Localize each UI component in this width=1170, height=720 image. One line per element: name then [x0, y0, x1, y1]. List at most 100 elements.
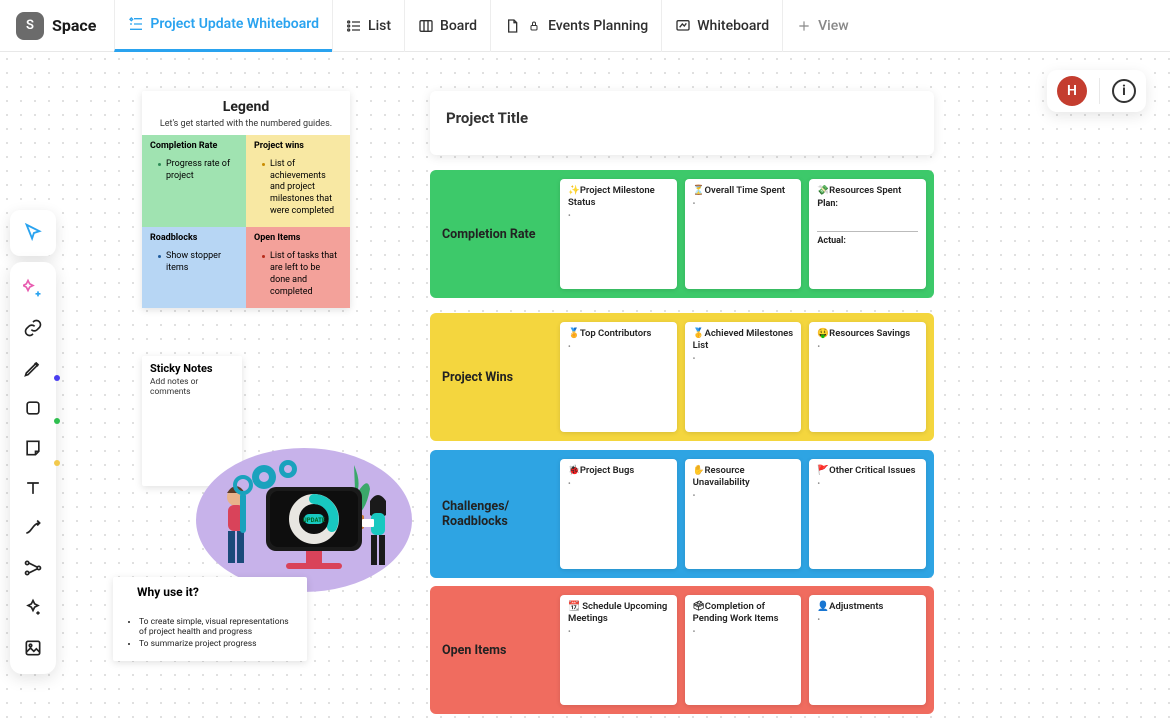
tab-list[interactable]: List	[332, 0, 404, 52]
lane-challenges[interactable]: Challenges/ Roadblocks 🐞Project Bugs • ✋…	[430, 450, 934, 578]
tool-sticky-icon[interactable]	[15, 430, 51, 466]
why-item: To summarize project progress	[139, 639, 297, 649]
list-icon	[346, 18, 362, 34]
tab-label: Board	[440, 18, 477, 34]
legend-cell-title: Roadblocks	[150, 233, 238, 243]
sparkle-list-icon	[128, 16, 144, 32]
tab-project-update-whiteboard[interactable]: Project Update Whiteboard	[114, 0, 332, 52]
tab-whiteboard[interactable]: Whiteboard	[661, 0, 782, 52]
legend-title: Legend	[152, 99, 340, 115]
lane-project-wins[interactable]: Project Wins 🏅Top Contributors • 🥇Achiev…	[430, 313, 934, 441]
note-bullet: •	[693, 354, 794, 363]
note-bullet: •	[568, 479, 669, 488]
add-view-label: View	[818, 18, 849, 34]
note-title: 👤Adjustments	[817, 601, 918, 613]
note-resource-unavailability[interactable]: ✋Resource Unavailability •	[685, 459, 802, 569]
note-project-bugs[interactable]: 🐞Project Bugs •	[560, 459, 677, 569]
project-title-text: Project Title	[446, 109, 528, 127]
left-toolbar	[10, 262, 56, 674]
why-use-it-card[interactable]: Why use it? To create simple, visual rep…	[113, 577, 307, 661]
add-view-button[interactable]: View	[782, 0, 862, 52]
space-badge: S	[16, 12, 44, 40]
why-title: Why use it?	[123, 585, 297, 599]
note-actual-label: Actual:	[817, 236, 918, 246]
note-time-spent[interactable]: ⏳Overall Time Spent •	[685, 179, 802, 289]
note-plan-label: Plan:	[817, 199, 918, 209]
legend-cell-title: Open Items	[254, 233, 342, 243]
note-adjustments[interactable]: 👤Adjustments •	[809, 595, 926, 705]
note-title: ✨Project Milestone Status	[568, 185, 669, 209]
space-pill[interactable]: S Space	[16, 12, 96, 40]
note-bullet: •	[693, 199, 794, 208]
color-indicator-sticky	[54, 460, 60, 466]
lane-open-items[interactable]: Open Items 📆 Schedule Upcoming Meetings …	[430, 586, 934, 714]
tool-pen-icon[interactable]	[15, 350, 51, 386]
info-icon[interactable]: i	[1112, 79, 1136, 103]
avatar[interactable]: H	[1057, 76, 1087, 106]
lane-label: Open Items	[430, 586, 552, 714]
tool-text-icon[interactable]	[15, 470, 51, 506]
legend-cell-title: Completion Rate	[150, 141, 238, 151]
note-top-contributors[interactable]: 🏅Top Contributors •	[560, 322, 677, 432]
note-achieved-milestones[interactable]: 🥇Achieved Milestones List •	[685, 322, 802, 432]
legend-item: List of achievements and project milesto…	[262, 159, 342, 217]
tab-events-planning[interactable]: Events Planning	[490, 0, 661, 52]
legend-card[interactable]: Legend Let's get started with the number…	[142, 91, 350, 308]
lane-completion-rate[interactable]: Completion Rate ✨Project Milestone Statu…	[430, 170, 934, 298]
tab-board[interactable]: Board	[404, 0, 490, 52]
why-item: To create simple, visual representations…	[139, 617, 297, 637]
top-bar: S Space Project Update Whiteboard List B…	[0, 0, 1170, 52]
note-title: 💸Resources Spent	[817, 185, 918, 197]
tool-image-icon[interactable]	[15, 630, 51, 666]
tab-label: Whiteboard	[697, 18, 769, 34]
note-title: 🗳Completion of Pending Work Items	[693, 601, 794, 625]
project-title-card[interactable]: Project Title	[430, 91, 934, 155]
sticky-title: Sticky Notes	[150, 362, 234, 375]
note-other-critical-issues[interactable]: 🚩Other Critical Issues •	[809, 459, 926, 569]
legend-item: Show stopper items	[158, 251, 238, 274]
tab-label: Events Planning	[548, 18, 648, 34]
note-milestone-status[interactable]: ✨Project Milestone Status •	[560, 179, 677, 289]
note-pending-work[interactable]: 🗳Completion of Pending Work Items •	[685, 595, 802, 705]
tool-connector-icon[interactable]	[15, 510, 51, 546]
note-bullet: •	[568, 211, 669, 220]
note-bullet: •	[693, 491, 794, 500]
tool-pointer[interactable]	[10, 210, 56, 256]
lock-icon	[526, 18, 542, 34]
note-resources-savings[interactable]: 🤑Resources Savings •	[809, 322, 926, 432]
divider	[1099, 78, 1100, 104]
note-schedule-meetings[interactable]: 📆 Schedule Upcoming Meetings •	[560, 595, 677, 705]
note-resources-spent[interactable]: 💸Resources Spent Plan: Actual:	[809, 179, 926, 289]
note-divider	[817, 231, 918, 232]
doc-icon	[504, 18, 520, 34]
note-title: 🚩Other Critical Issues	[817, 465, 918, 477]
tool-generate-icon[interactable]	[15, 270, 51, 306]
tool-link-icon[interactable]	[15, 310, 51, 346]
lane-label: Project Wins	[430, 313, 552, 441]
sticky-notes-card[interactable]: Sticky Notes Add notes or comments	[142, 356, 242, 486]
legend-cell-open: Open Items List of tasks that are left t…	[246, 227, 350, 308]
board-icon	[418, 18, 434, 34]
note-title: 🐞Project Bugs	[568, 465, 669, 477]
space-name: Space	[52, 16, 96, 35]
note-title: 🤑Resources Savings	[817, 328, 918, 340]
legend-cell-wins: Project wins List of achievements and pr…	[246, 135, 350, 227]
color-indicator-shape	[54, 418, 60, 424]
tool-graph-icon[interactable]	[15, 550, 51, 586]
tool-ai-icon[interactable]	[15, 590, 51, 626]
legend-cell-title: Project wins	[254, 141, 342, 151]
note-bullet: •	[568, 627, 669, 636]
plus-icon	[796, 18, 812, 34]
top-right-controls: H i	[1047, 70, 1146, 112]
note-title: 🏅Top Contributors	[568, 328, 669, 340]
legend-item: Progress rate of project	[158, 159, 238, 182]
note-title: 📆 Schedule Upcoming Meetings	[568, 601, 669, 625]
note-title: 🥇Achieved Milestones List	[693, 328, 794, 352]
note-title: ⏳Overall Time Spent	[693, 185, 794, 197]
color-indicator-pen	[54, 375, 60, 381]
legend-subtitle: Let's get started with the numbered guid…	[152, 119, 340, 129]
whiteboard-icon	[675, 18, 691, 34]
tab-label: List	[368, 18, 391, 34]
legend-cell-roadblocks: Roadblocks Show stopper items	[142, 227, 246, 308]
tool-shape-icon[interactable]	[15, 390, 51, 426]
